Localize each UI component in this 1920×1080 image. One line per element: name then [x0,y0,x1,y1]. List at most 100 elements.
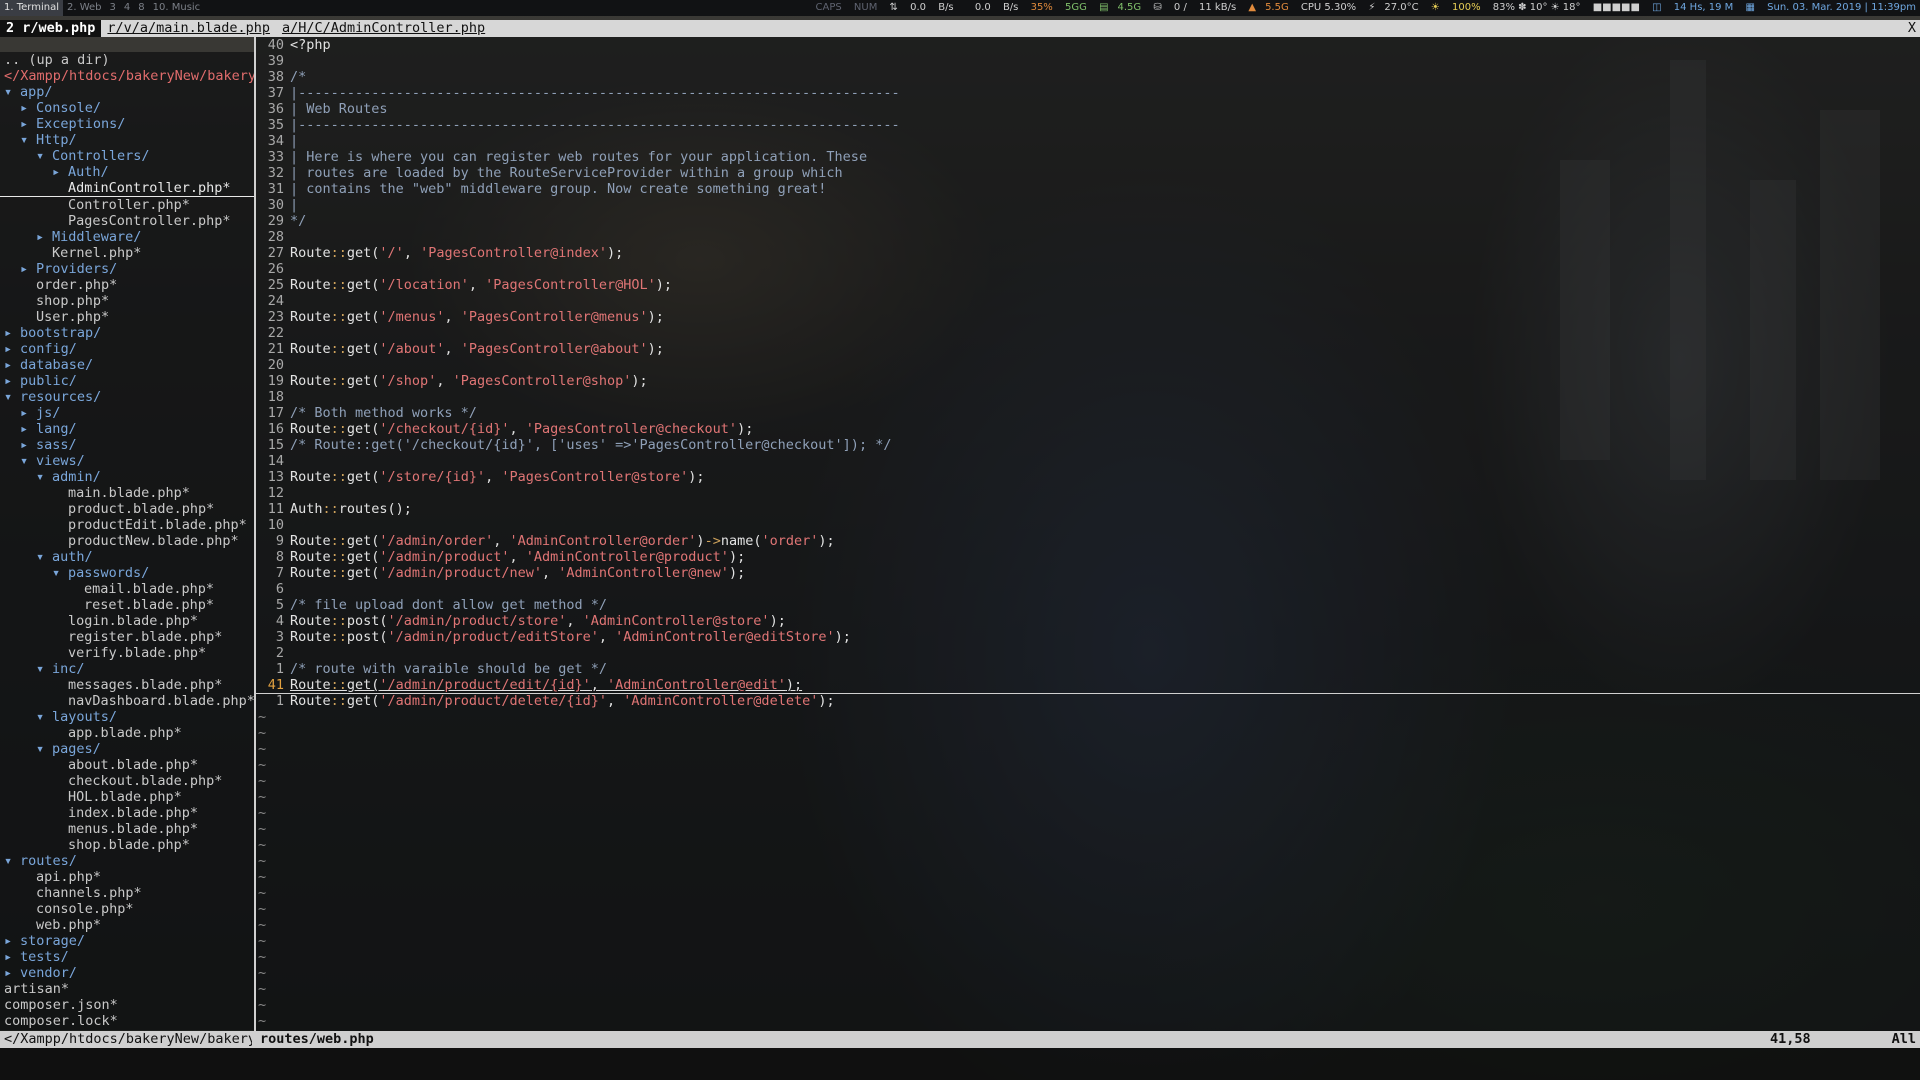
code-line[interactable]: 2 [256,645,1920,661]
code-line[interactable]: 22 [256,325,1920,341]
tree-file[interactable]: app.blade.php* [0,725,254,741]
tree-file[interactable]: Controller.php* [0,197,254,213]
tree-file[interactable]: main.blade.php* [0,485,254,501]
code-line[interactable]: 11 Auth::routes(); [256,501,1920,517]
tree-folder[interactable]: ▸ sass/ [0,437,254,453]
code-line[interactable]: 8 Route::get('/admin/product', 'AdminCont… [256,549,1920,565]
code-line[interactable]: 21 Route::get('/about', 'PagesController@… [256,341,1920,357]
code-line[interactable]: 36 | Web Routes [256,101,1920,117]
code-line[interactable]: 38 /* [256,69,1920,85]
tree-file[interactable]: shop.blade.php* [0,837,254,853]
tree-file[interactable]: register.blade.php* [0,629,254,645]
tree-file[interactable]: productEdit.blade.php* [0,517,254,533]
code-line[interactable]: 31 | contains the "web" middleware group.… [256,181,1920,197]
tree-folder[interactable]: ▾ resources/ [0,389,254,405]
tree-file[interactable]: about.blade.php* [0,757,254,773]
code-line[interactable]: 37 |-------------------------------------… [256,85,1920,101]
code-line[interactable]: 19 Route::get('/shop', 'PagesController@s… [256,373,1920,389]
code-editor[interactable]: 40 <?php 39 38/* 37 |------------------------… [256,37,1920,1031]
tree-file[interactable]: composer.json* [0,997,254,1013]
editor-tab[interactable]: 2 r/web.php [0,20,102,37]
tree-folder[interactable]: ▾ views/ [0,453,254,469]
tree-folder[interactable]: ▸ Exceptions/ [0,116,254,132]
code-line[interactable]: 1 Route::get('/admin/product/delete/{id}'… [256,693,1920,709]
tree-folder[interactable]: ▾ layouts/ [0,709,254,725]
code-line[interactable]: 29 */ [256,213,1920,229]
tree-folder[interactable]: ▸ database/ [0,357,254,373]
tree-file[interactable]: product.blade.php* [0,501,254,517]
code-line[interactable]: 4 Route::post('/admin/product/store', 'Ad… [256,613,1920,629]
tree-folder[interactable]: ▸ Auth/ [0,164,254,180]
tree-folder[interactable]: ▸ Providers/ [0,261,254,277]
code-line[interactable]: 32 | routes are loaded by the RouteServic… [256,165,1920,181]
tree-folder[interactable]: ▾ auth/ [0,549,254,565]
tree-file[interactable]: productNew.blade.php* [0,533,254,549]
tree-folder[interactable]: ▾ routes/ [0,853,254,869]
code-line[interactable]: 1 /* route with varaible should be get */ [256,661,1920,677]
tree-file[interactable]: verify.blade.php* [0,645,254,661]
code-line[interactable]: 10 [256,517,1920,533]
tree-file[interactable]: shop.php* [0,293,254,309]
code-line[interactable]: 16 Route::get('/checkout/{id}', 'PagesCon… [256,421,1920,437]
code-line[interactable]: 25 Route::get('/location', 'PagesControll… [256,277,1920,293]
tree-folder[interactable]: ▾ Controllers/ [0,148,254,164]
workspace-button[interactable]: 2. Web [63,0,106,16]
tree-folder[interactable]: ▾ pages/ [0,741,254,757]
vim-command-line[interactable] [0,1048,1920,1080]
tree-folder[interactable]: ▸ lang/ [0,421,254,437]
code-line[interactable]: 40 <?php [256,37,1920,53]
code-line[interactable]: 34 | [256,133,1920,149]
tree-folder[interactable]: ▸ Console/ [0,100,254,116]
workspace-button[interactable]: 10. Music [149,0,205,16]
tree-folder[interactable]: ▸ tests/ [0,949,254,965]
code-line[interactable]: 6 [256,581,1920,597]
tree-folder[interactable]: ▸ Middleware/ [0,229,254,245]
tree-folder[interactable]: ▾ inc/ [0,661,254,677]
tree-folder[interactable]: ▸ vendor/ [0,965,254,981]
tree-file[interactable]: Kernel.php* [0,245,254,261]
code-line[interactable]: 33 | Here is where you can register web r… [256,149,1920,165]
tree-file[interactable]: composer.lock* [0,1013,254,1029]
code-line[interactable]: 23 Route::get('/menus', 'PagesController@… [256,309,1920,325]
tree-file[interactable]: menus.blade.php* [0,821,254,837]
tree-folder[interactable]: ▸ config/ [0,341,254,357]
code-line[interactable]: 20 [256,357,1920,373]
tree-folder[interactable]: ▾ Http/ [0,132,254,148]
tree-folder[interactable]: ▸ js/ [0,405,254,421]
code-line[interactable]: 27 Route::get('/', 'PagesController@index… [256,245,1920,261]
code-line-current[interactable]: 41 Route::get('/admin/product/edit/{id}',… [256,677,1920,694]
tree-folder[interactable]: ▸ public/ [0,373,254,389]
code-line[interactable]: 18 [256,389,1920,405]
code-line[interactable]: 13 Route::get('/store/{id}', 'PagesContro… [256,469,1920,485]
code-line[interactable]: 28 [256,229,1920,245]
tree-folder[interactable]: ▸ bootstrap/ [0,325,254,341]
tree-file[interactable]: PagesController.php* [0,213,254,229]
tree-folder[interactable]: ▸ storage/ [0,933,254,949]
editor-tab[interactable]: r/v/a/main.blade.php [101,20,276,37]
workspace-button[interactable]: 3 [106,0,120,16]
code-line[interactable]: 15 /* Route::get('/checkout/{id}', ['uses… [256,437,1920,453]
tree-file[interactable]: reset.blade.php* [0,597,254,613]
workspace-button[interactable]: 8 [134,0,148,16]
tree-file[interactable]: messages.blade.php* [0,677,254,693]
tree-folder[interactable]: ▾ admin/ [0,469,254,485]
tree-file[interactable]: api.php* [0,869,254,885]
code-line[interactable]: 39 [256,53,1920,69]
code-line[interactable]: 17 /* Both method works */ [256,405,1920,421]
tree-folder[interactable]: ▾ passwords/ [0,565,254,581]
code-line[interactable]: 3 Route::post('/admin/product/editStore',… [256,629,1920,645]
code-line[interactable]: 9 Route::get('/admin/order', 'AdminContro… [256,533,1920,549]
tree-file[interactable]: index.blade.php* [0,805,254,821]
tree-file[interactable]: channels.php* [0,885,254,901]
workspace-button[interactable]: 4 [120,0,134,16]
code-line[interactable]: 7 Route::get('/admin/product/new', 'Admin… [256,565,1920,581]
tree-file[interactable]: AdminController.php* [0,180,254,197]
tree-file[interactable]: HOL.blade.php* [0,789,254,805]
tree-file[interactable]: web.php* [0,917,254,933]
tree-file[interactable]: navDashboard.blade.php* [0,693,254,709]
code-line[interactable]: 14 [256,453,1920,469]
tree-file[interactable]: .. (up a dir) [0,52,254,68]
code-line[interactable]: 5 /* file upload dont allow get method */ [256,597,1920,613]
tree-file[interactable]: checkout.blade.php* [0,773,254,789]
workspace-button[interactable]: 1. Terminal [0,0,63,16]
